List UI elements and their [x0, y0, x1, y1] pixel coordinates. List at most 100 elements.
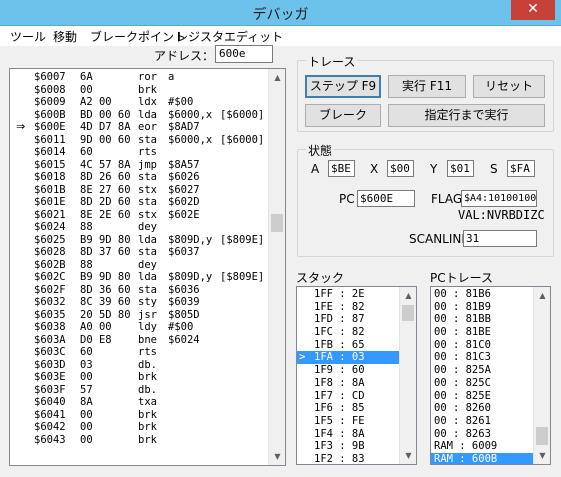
pc-trace-entry[interactable]: 00 : 8261: [431, 415, 533, 428]
stack-entry[interactable]: 1F3 : 9B: [297, 440, 399, 453]
stack-entry[interactable]: 1FC : 82: [297, 326, 399, 339]
disassembly-row[interactable]: $603A D0 E8 bne $6024: [10, 334, 270, 347]
stack-entry[interactable]: 1F5 : FE: [297, 415, 399, 428]
reset-button[interactable]: リセット: [473, 75, 545, 98]
break-button[interactable]: ブレーク: [305, 104, 381, 127]
disassembly-row[interactable]: $602C B9 9D 80 lda $809D,y [$809E]: [10, 271, 270, 284]
run-button[interactable]: 実行 F11: [388, 75, 466, 98]
stack-entry[interactable]: 1FE : 82: [297, 301, 399, 314]
close-button[interactable]: ✕: [511, 0, 555, 20]
disassembly-row[interactable]: $6024 88 dey: [10, 221, 270, 234]
pc-trace-entry[interactable]: 00 : 825A: [431, 364, 533, 377]
pc-trace-list[interactable]: 00 : 81B6 00 : 81B9 00 : 81BB 00 : 81BE 00 :…: [430, 286, 551, 465]
address-input[interactable]: 600e: [215, 45, 273, 63]
x-register-field[interactable]: $00: [387, 160, 414, 177]
row-operand: $6000,x: [168, 108, 213, 121]
pc-trace-entry[interactable]: 00 : 81BB: [431, 313, 533, 326]
pc-trace-entry[interactable]: 00 : 81BE: [431, 326, 533, 339]
disassembly-row[interactable]: ⇒ $600E 4D D7 8A eor $8AD7: [10, 120, 270, 134]
stack-scroll-down-icon[interactable]: ▼: [400, 447, 416, 464]
flag-field[interactable]: $A4:10100100: [461, 190, 537, 207]
stack-entry[interactable]: 1FD : 87: [297, 313, 399, 326]
stack-entry[interactable]: 1FB : 65: [297, 339, 399, 352]
disassembly-row[interactable]: $6008 00 brk: [10, 84, 270, 97]
scroll-up-icon[interactable]: ▲: [269, 69, 285, 86]
disassembly-row[interactable]: $601B 8E 27 60 stx $6027: [10, 184, 270, 197]
pc-field[interactable]: $600E: [357, 190, 415, 207]
row-bytes: 00: [80, 421, 93, 433]
pc-trace-entry[interactable]: 00 : 8260: [431, 402, 533, 415]
disassembly-list[interactable]: $6007 6A ror a $6008 00 brk $6009 A2 00 ldx #$00 $6…: [9, 68, 286, 466]
menu-breakpoint[interactable]: ブレークポイント: [90, 28, 186, 45]
s-register-field[interactable]: $FA: [507, 160, 535, 177]
disassembly-row[interactable]: $6043 00 brk: [10, 434, 270, 447]
row-address: $6035: [34, 308, 66, 321]
pc-trace-entry[interactable]: RAM : 6009: [431, 440, 533, 453]
row-bytes: 6A: [80, 71, 93, 83]
pc-trace-entry[interactable]: 00 : 8263: [431, 428, 533, 441]
disassembly-row[interactable]: $6021 8E 2E 60 stx $602E: [10, 209, 270, 222]
stack-entry[interactable]: 1F9 : 60: [297, 364, 399, 377]
stack-entry[interactable]: >1FA : 03: [297, 351, 399, 365]
run-to-line-button[interactable]: 指定行まで実行: [388, 104, 545, 127]
disassembly-row[interactable]: $6007 6A ror a: [10, 71, 270, 84]
stack-entry[interactable]: 1F8 : 8A: [297, 377, 399, 390]
pc-trace-entry[interactable]: 00 : 825E: [431, 390, 533, 403]
x-register-label: X: [370, 162, 379, 176]
disassembly-row[interactable]: $6035 20 5D 80 jsr $805D: [10, 309, 270, 322]
disassembly-row[interactable]: $603F 57 db.: [10, 384, 270, 397]
stack-scroll-thumb[interactable]: [402, 305, 414, 321]
scanline-field[interactable]: 31: [463, 230, 537, 247]
pc-trace-entry[interactable]: 00 : 81B6: [431, 288, 533, 301]
disassembly-row[interactable]: $6032 8C 39 60 sty $6039: [10, 296, 270, 309]
stack-entry[interactable]: 1F6 : 85: [297, 402, 399, 415]
pc-trace-entry[interactable]: 00 : 81B9: [431, 301, 533, 314]
stack-list[interactable]: 1FF : 2E 1FE : 82 1FD : 87 1FC : 82 1FB : 65…: [296, 286, 417, 465]
stack-entry[interactable]: 1F7 : CD: [297, 390, 399, 403]
window-title: デバッガ: [252, 7, 309, 23]
disassembly-row[interactable]: $6041 00 brk: [10, 409, 270, 422]
disassembly-scrollbar[interactable]: ▲ ▼: [268, 69, 285, 465]
disassembly-row[interactable]: $601E 8D 2D 60 sta $602D: [10, 196, 270, 209]
pc-trace-entry[interactable]: 00 : 825C: [431, 377, 533, 390]
pc-trace-scroll-up-icon[interactable]: ▲: [534, 287, 550, 304]
pc-trace-scroll-down-icon[interactable]: ▼: [534, 447, 550, 464]
scroll-down-icon[interactable]: ▼: [269, 448, 285, 465]
y-register-field[interactable]: $01: [447, 160, 474, 177]
pc-trace-entry[interactable]: RAM : 600B: [431, 452, 533, 464]
row-opcode: dey: [138, 221, 157, 233]
menu-register-edit[interactable]: レジスタエディット: [176, 28, 283, 45]
disassembly-row[interactable]: $6011 9D 00 60 sta $6000,x [$6000]: [10, 134, 270, 147]
step-button[interactable]: ステップ F9: [305, 75, 381, 98]
row-operand: $6024: [168, 333, 200, 346]
row-operand: $805D: [168, 308, 200, 321]
disassembly-row[interactable]: $600B BD 00 60 lda $6000,x [$6000]: [10, 109, 270, 122]
stack-entry[interactable]: 1FF : 2E: [297, 288, 399, 301]
disassembly-row[interactable]: $6042 00 brk: [10, 421, 270, 434]
disassembly-row[interactable]: $6009 A2 00 ldx #$00: [10, 96, 270, 109]
pc-trace-scroll-thumb[interactable]: [536, 427, 548, 445]
disassembly-row[interactable]: $6025 B9 9D 80 lda $809D,y [$809E]: [10, 234, 270, 247]
menu-tools[interactable]: ツール: [10, 28, 46, 45]
scroll-thumb[interactable]: [271, 214, 283, 232]
menu-move[interactable]: 移動: [53, 28, 77, 45]
stack-entry[interactable]: 1F4 : 8A: [297, 428, 399, 441]
disassembly-row[interactable]: $6014 60 rts: [10, 146, 270, 159]
disassembly-row[interactable]: $603D 03 db.: [10, 359, 270, 372]
disassembly-row[interactable]: $6040 8A txa: [10, 396, 270, 409]
stack-entry[interactable]: 1F2 : 83: [297, 453, 399, 464]
disassembly-row[interactable]: $603E 00 brk: [10, 371, 270, 384]
disassembly-row[interactable]: $6015 4C 57 8A jmp $8A57: [10, 159, 270, 172]
disassembly-row[interactable]: $602F 8D 36 60 sta $6036: [10, 284, 270, 297]
disassembly-row[interactable]: $603C 60 rts: [10, 346, 270, 359]
pc-trace-entry[interactable]: 00 : 81C0: [431, 339, 533, 352]
disassembly-row[interactable]: $6038 A0 00 ldy #$00: [10, 321, 270, 334]
disassembly-row[interactable]: $602B 88 dey: [10, 259, 270, 272]
a-register-field[interactable]: $BE: [328, 160, 355, 177]
pc-trace-entry[interactable]: 00 : 81C3: [431, 351, 533, 364]
stack-scroll-up-icon[interactable]: ▲: [400, 287, 416, 304]
stack-scrollbar[interactable]: ▲ ▼: [399, 287, 416, 464]
disassembly-row[interactable]: $6018 8D 26 60 sta $6026: [10, 171, 270, 184]
disassembly-row[interactable]: $6028 8D 37 60 sta $6037: [10, 246, 270, 259]
pc-trace-scrollbar[interactable]: ▲ ▼: [533, 287, 550, 464]
